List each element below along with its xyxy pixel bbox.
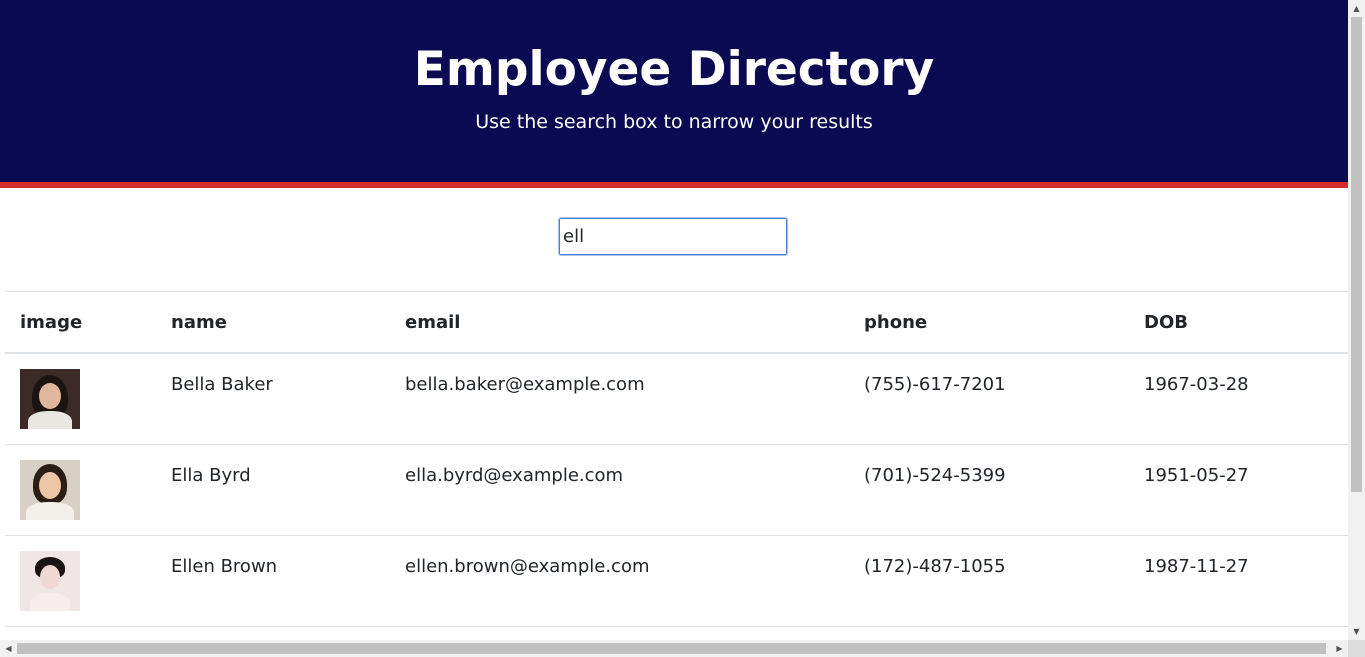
- phone-cell: (755)-617-7201: [849, 353, 1129, 445]
- employee-dob: 1967-03-28: [1144, 374, 1249, 395]
- table-row: Ellen Brown ellen.brown@example.com (172…: [5, 535, 1348, 627]
- column-header-name[interactable]: name: [156, 291, 390, 354]
- phone-cell: (172)-487-1055: [849, 535, 1129, 627]
- employee-phone: (755)-617-7201: [864, 374, 1006, 395]
- page: Employee Directory Use the search box to…: [0, 0, 1348, 640]
- scroll-left-arrow-icon[interactable]: ◀: [0, 640, 17, 657]
- table-row: Bella Baker bella.baker@example.com (755…: [5, 353, 1348, 445]
- avatar-photo-icon: [20, 551, 80, 611]
- browser-viewport: Employee Directory Use the search box to…: [0, 0, 1365, 657]
- employee-email: ella.byrd@example.com: [405, 465, 624, 486]
- page-header: Employee Directory Use the search box to…: [0, 0, 1348, 188]
- scroll-right-arrow-icon[interactable]: ▶: [1331, 640, 1348, 657]
- employee-phone: (701)-524-5399: [864, 465, 1006, 486]
- avatar-photo-icon: [20, 369, 80, 429]
- email-cell: ellen.brown@example.com: [390, 535, 849, 627]
- name-cell: Ella Byrd: [156, 444, 390, 536]
- employee-table: image name email phone DOB Bella Baker b…: [5, 291, 1348, 627]
- scroll-up-arrow-icon[interactable]: ▲: [1348, 0, 1365, 17]
- vertical-scroll-thumb[interactable]: [1351, 17, 1362, 492]
- image-cell: [5, 535, 156, 627]
- vertical-scrollbar[interactable]: ▲ ▼: [1348, 0, 1365, 640]
- dob-cell: 1987-11-27: [1129, 535, 1348, 627]
- employee-dob: 1987-11-27: [1144, 556, 1249, 577]
- dob-cell: 1967-03-28: [1129, 353, 1348, 445]
- scroll-down-arrow-icon[interactable]: ▼: [1348, 623, 1365, 640]
- employee-name: Ella Byrd: [171, 465, 251, 486]
- table-row: Ella Byrd ella.byrd@example.com (701)-52…: [5, 444, 1348, 536]
- image-cell: [5, 444, 156, 536]
- employee-name: Ellen Brown: [171, 556, 278, 577]
- employee-email: ellen.brown@example.com: [405, 556, 650, 577]
- email-cell: bella.baker@example.com: [390, 353, 849, 445]
- horizontal-scroll-thumb[interactable]: [17, 643, 1326, 654]
- table-header-row: image name email phone DOB: [5, 291, 1348, 354]
- scrollbar-corner: [1348, 640, 1365, 657]
- email-cell: ella.byrd@example.com: [390, 444, 849, 536]
- image-cell: [5, 353, 156, 445]
- dob-cell: 1951-05-27: [1129, 444, 1348, 536]
- employee-dob: 1951-05-27: [1144, 465, 1249, 486]
- column-header-image[interactable]: image: [5, 291, 156, 354]
- horizontal-scrollbar[interactable]: ◀ ▶: [0, 640, 1348, 657]
- column-header-email[interactable]: email: [390, 291, 849, 354]
- search-section: [0, 188, 1348, 291]
- search-input[interactable]: [558, 217, 788, 256]
- column-header-dob[interactable]: DOB: [1129, 291, 1348, 354]
- avatar-photo-icon: [20, 460, 80, 520]
- column-header-phone[interactable]: phone: [849, 291, 1129, 354]
- name-cell: Bella Baker: [156, 353, 390, 445]
- page-title: Employee Directory: [413, 42, 935, 97]
- employee-email: bella.baker@example.com: [405, 374, 645, 395]
- phone-cell: (701)-524-5399: [849, 444, 1129, 536]
- page-subtitle: Use the search box to narrow your result…: [475, 111, 873, 133]
- employee-phone: (172)-487-1055: [864, 556, 1006, 577]
- name-cell: Ellen Brown: [156, 535, 390, 627]
- employee-name: Bella Baker: [171, 374, 273, 395]
